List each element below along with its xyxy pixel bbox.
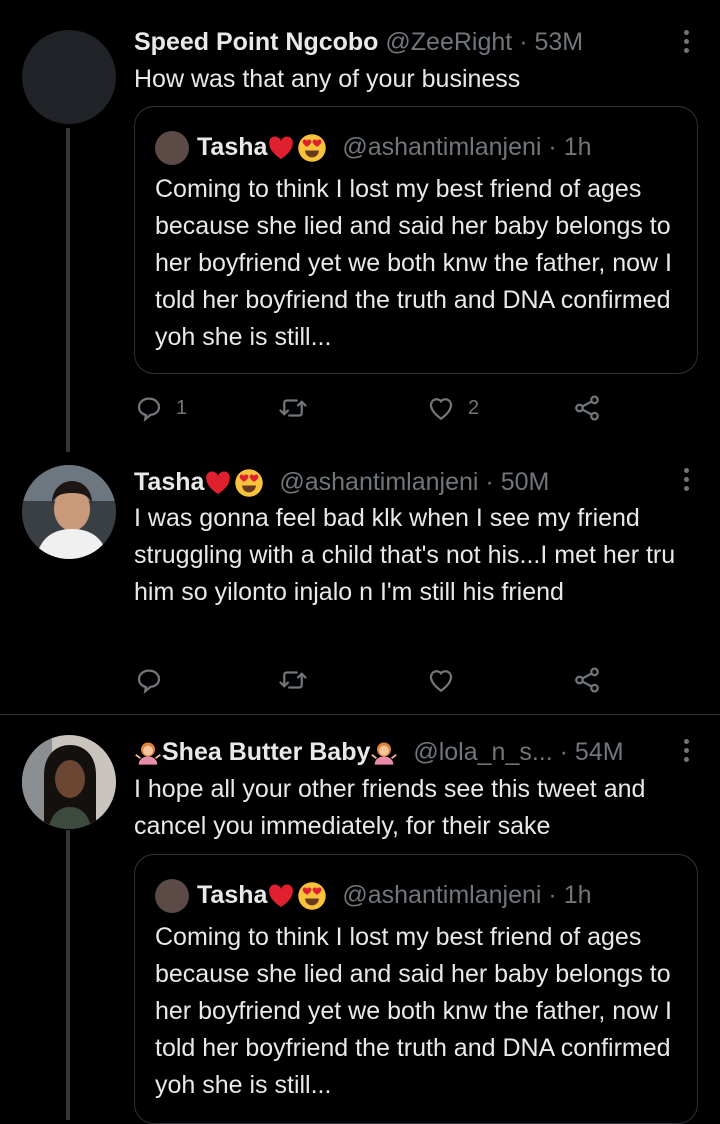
tweet-header: Shea Butter Baby @lola_n_s... · 54M <box>134 732 680 772</box>
tweet-1[interactable]: Speed Point Ngcobo @ZeeRight · 53M How w… <box>0 0 720 452</box>
tweet-text: How was that any of your business <box>134 65 521 93</box>
heart-eyes-emoji <box>234 468 264 498</box>
share-icon <box>572 665 602 695</box>
author-handle[interactable]: @lola_n_s... <box>413 738 552 766</box>
author-name[interactable]: Shea Butter Baby <box>162 738 370 766</box>
tweet-header: Speed Point Ngcobo @ZeeRight · 53M <box>134 22 680 62</box>
quote-author-handle: @ashantimlanjeni <box>342 881 542 909</box>
quote-author-handle: @ashantimlanjeni <box>342 133 542 161</box>
reply-icon <box>134 665 164 695</box>
like-button[interactable]: 2 <box>426 390 479 426</box>
separator: · <box>485 468 494 496</box>
separator: · <box>559 738 568 766</box>
red-heart-emoji <box>267 134 295 162</box>
quote-header: Tasha @ashantimlanjeni · 1h <box>155 877 592 914</box>
heart-icon <box>426 665 456 695</box>
more-vertical-icon[interactable] <box>674 464 698 494</box>
retweet-icon <box>278 393 308 423</box>
red-heart-emoji <box>204 469 232 497</box>
more-vertical-icon[interactable] <box>674 735 698 765</box>
woman-gesturing-emoji <box>134 739 162 767</box>
quote-author-name: Tasha <box>197 133 268 161</box>
tweet-actions: 1 2 <box>134 390 614 426</box>
heart-eyes-emoji <box>297 881 327 911</box>
share-button[interactable] <box>572 662 602 698</box>
heart-eyes-emoji <box>297 133 327 163</box>
avatar-photo <box>22 735 116 829</box>
tweet-3[interactable]: Shea Butter Baby @lola_n_s... · 54M I ho… <box>0 715 720 1124</box>
red-heart-emoji <box>267 882 295 910</box>
quoted-tweet[interactable]: Tasha @ashantimlanjeni · 1h Coming to th… <box>134 106 698 374</box>
quote-text: Coming to think I lost my best friend of… <box>155 175 672 351</box>
tweet-text: I was gonna feel bad klk when I see my f… <box>134 504 676 606</box>
avatar-photo <box>22 465 116 559</box>
share-button[interactable] <box>572 390 602 426</box>
tweet-actions <box>134 662 614 698</box>
heart-icon <box>426 393 456 423</box>
quote-header: Tasha @ashantimlanjeni · 1h <box>155 129 592 166</box>
quote-avatar <box>155 131 189 166</box>
reply-button[interactable]: 1 <box>134 390 187 426</box>
reply-count: 1 <box>176 396 188 419</box>
retweet-icon <box>278 665 308 695</box>
retweet-button[interactable] <box>278 662 308 698</box>
separator: · <box>548 881 557 909</box>
thread-line <box>66 128 70 452</box>
quote-author-name: Tasha <box>197 881 268 909</box>
quote-avatar <box>155 879 189 914</box>
quoted-tweet[interactable]: Tasha @ashantimlanjeni · 1h Coming to th… <box>134 854 698 1124</box>
like-count: 2 <box>468 396 480 419</box>
avatar[interactable] <box>22 465 116 559</box>
thread-line <box>66 830 70 1120</box>
author-handle[interactable]: @ZeeRight <box>385 28 512 56</box>
tweet-2[interactable]: Tasha @ashantimlanjeni · 50M I was gonna… <box>0 452 720 714</box>
timestamp[interactable]: 50M <box>501 468 550 496</box>
separator: · <box>548 133 557 161</box>
author-name[interactable]: Tasha <box>134 468 204 496</box>
quote-text: Coming to think I lost my best friend of… <box>155 923 672 1099</box>
avatar[interactable] <box>22 30 116 124</box>
timestamp[interactable]: 54M <box>575 738 624 766</box>
avatar[interactable] <box>22 735 116 829</box>
tweet-header: Tasha @ashantimlanjeni · 50M <box>134 462 680 502</box>
author-name[interactable]: Speed Point Ngcobo <box>134 28 378 56</box>
more-vertical-icon[interactable] <box>674 26 698 56</box>
reply-icon <box>134 393 164 423</box>
like-button[interactable] <box>426 662 456 698</box>
quote-timestamp: 1h <box>563 133 592 161</box>
author-handle[interactable]: @ashantimlanjeni <box>279 468 478 496</box>
share-icon <box>572 393 602 423</box>
reply-button[interactable] <box>134 662 164 698</box>
tweet-text: I hope all your other friends see this t… <box>134 775 646 840</box>
retweet-button[interactable] <box>278 390 320 426</box>
separator: · <box>519 28 528 56</box>
woman-gesturing-emoji <box>370 739 398 767</box>
timestamp[interactable]: 53M <box>534 28 583 56</box>
quote-timestamp: 1h <box>563 881 592 909</box>
